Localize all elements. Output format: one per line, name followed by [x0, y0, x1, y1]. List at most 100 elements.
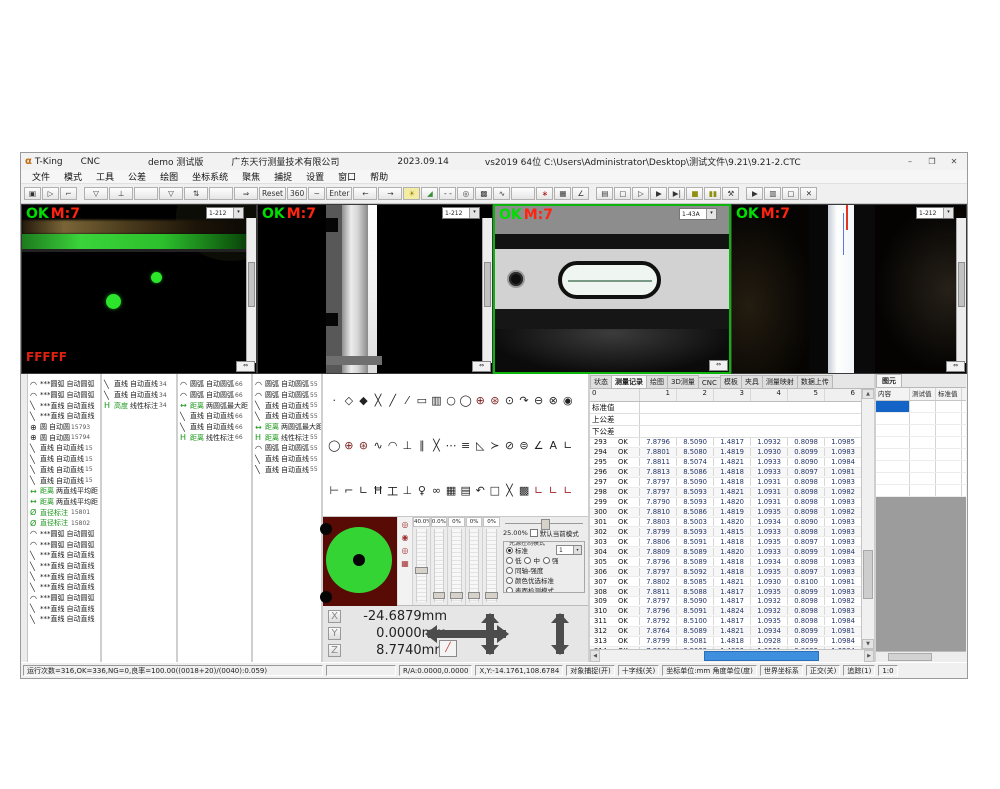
list-item[interactable]: ◠圆弧自动圆弧55: [253, 390, 321, 401]
detail-cell[interactable]: [876, 461, 910, 472]
menu-item-8[interactable]: 设置: [299, 170, 331, 183]
column-header-2[interactable]: 2: [677, 389, 714, 401]
jog-vertical-arrow[interactable]: [486, 614, 494, 654]
list-item[interactable]: ╲***直线自动直线: [28, 614, 100, 625]
tool-icon[interactable]: ∿: [371, 439, 386, 452]
toolbar-up-down-button[interactable]: ⇅: [184, 187, 208, 200]
menu-item-10[interactable]: 帮助: [363, 170, 395, 183]
menu-item-7[interactable]: 捕捉: [267, 170, 299, 183]
table-row[interactable]: 293OK7.87968.50901.48171.09320.80981.098…: [590, 438, 861, 448]
tool-icon[interactable]: ╳: [371, 394, 386, 407]
detail-row[interactable]: [876, 425, 966, 437]
radio-option[interactable]: 颜色优选标准: [506, 575, 554, 585]
tool-icon[interactable]: ∥: [415, 439, 430, 452]
light-strip-icon-0[interactable]: ◎: [402, 520, 409, 529]
tab-CNC[interactable]: CNC: [698, 377, 721, 388]
scroll-thumb[interactable]: [484, 262, 491, 308]
menu-item-9[interactable]: 窗口: [331, 170, 363, 183]
toolbar-chart-tool-button[interactable]: ∠: [572, 187, 589, 200]
tool-icon[interactable]: ∠: [531, 439, 546, 452]
camera-view-3-selected[interactable]: OKM:7 1-43A ▾ ⇔: [493, 204, 731, 374]
tool-icon[interactable]: ⊘: [502, 439, 517, 452]
scroll-thumb-blue[interactable]: [704, 651, 820, 661]
tool-icon[interactable]: ○: [444, 394, 459, 407]
toolbar-blank-b-button[interactable]: [209, 187, 233, 200]
toolbar-save-2-button[interactable]: ▤: [596, 187, 613, 200]
toolbar-wave-button[interactable]: ∿: [493, 187, 510, 200]
table-row[interactable]: 297OK7.87978.50901.48181.09310.80981.098…: [590, 478, 861, 488]
tool-icon[interactable]: ⊙: [502, 394, 517, 407]
toolbar-probe-button[interactable]: ⊥: [109, 187, 133, 200]
toolbar-magnifier-button[interactable]: ◎: [457, 187, 474, 200]
camera1-vscrollbar[interactable]: [246, 218, 256, 363]
toolbar-shield-button[interactable]: ▽: [84, 187, 108, 200]
list-item[interactable]: ╲直线自动直线55: [253, 454, 321, 465]
jog-z-arrow[interactable]: [556, 614, 564, 654]
tab-状态[interactable]: 状态: [590, 375, 612, 388]
table-row[interactable]: 303OK7.88068.50911.48181.09350.80971.098…: [590, 537, 861, 547]
tool-icon[interactable]: ╱: [385, 394, 400, 407]
camera1-zoom-dropdown[interactable]: 1-212 ▾: [206, 207, 244, 219]
list-item[interactable]: ◠***圆弧自动圆弧: [28, 539, 100, 550]
tool-icon[interactable]: A: [546, 439, 561, 452]
list-item[interactable]: ◠圆弧自动圆弧66: [178, 379, 251, 390]
scroll-thumb[interactable]: [888, 653, 932, 661]
list-item[interactable]: ◠***圆弧自动圆弧: [28, 593, 100, 604]
lamp-preview[interactable]: [323, 517, 397, 606]
scroll-thumb[interactable]: [958, 262, 965, 308]
radio-option[interactable]: 低: [506, 555, 522, 565]
column-header-3[interactable]: 3: [714, 389, 751, 401]
chevron-down-icon[interactable]: ▾: [233, 208, 243, 218]
list-item[interactable]: ↔距离两圆弧最大距: [253, 422, 321, 433]
column-header-1[interactable]: 1: [640, 389, 677, 401]
toolbar-run-tool-button[interactable]: ⚒: [722, 187, 739, 200]
list-item[interactable]: ╲直线自动直线15: [28, 443, 100, 454]
list-item[interactable]: ╲***直线自动直线: [28, 550, 100, 561]
camera-view-1[interactable]: OKM:7 FFFFF 1-212 ▾ ⇔: [21, 204, 257, 374]
tool-icon[interactable]: ⊛: [488, 394, 503, 407]
camera2-vscrollbar[interactable]: [482, 218, 492, 363]
tab-模板[interactable]: 模板: [720, 375, 742, 388]
menu-item-0[interactable]: 文件: [25, 170, 57, 183]
detail-row[interactable]: [876, 449, 966, 461]
list-item[interactable]: ↔距离两圆弧最大距: [178, 400, 251, 411]
list-item[interactable]: ╲直线自动直线66: [178, 422, 251, 433]
slider-thumb[interactable]: [541, 519, 550, 530]
tool-icon[interactable]: ⊗: [546, 394, 561, 407]
table-row[interactable]: 304OK7.88098.50891.48201.09330.80991.098…: [590, 547, 861, 557]
column-header-0[interactable]: 0: [590, 389, 640, 401]
detail-cell[interactable]: [876, 425, 910, 436]
table-row[interactable]: 300OK7.88108.50861.48191.09350.80981.098…: [590, 508, 861, 518]
table-row[interactable]: 302OK7.87998.50931.48151.09330.80981.098…: [590, 527, 861, 537]
toolbar-enter-button[interactable]: Enter: [326, 187, 352, 200]
tool-icon[interactable]: ∟: [531, 484, 546, 497]
tool-icon[interactable]: ∟: [546, 484, 561, 497]
chevron-down-icon[interactable]: ▾: [573, 546, 581, 554]
tool-icon[interactable]: ⁄: [400, 394, 415, 407]
tool-icon[interactable]: ▩: [517, 484, 532, 497]
list-item[interactable]: H距离线性标注66: [178, 432, 251, 443]
toolbar-probe-2-button[interactable]: ▽: [159, 187, 183, 200]
toolbar-play-button[interactable]: ▶: [650, 187, 667, 200]
list-item[interactable]: ↔距离两直线平均距: [28, 497, 100, 508]
toolbar-light-bulb-button[interactable]: ☀: [403, 187, 420, 200]
toolbar-play-to-end-button[interactable]: ▶|: [668, 187, 685, 200]
detail-row[interactable]: [876, 473, 966, 485]
detail-cell[interactable]: [876, 437, 910, 448]
tool-icon[interactable]: Ħ: [371, 484, 386, 497]
list-item[interactable]: ╲***直线自动直线: [28, 603, 100, 614]
detail-header-测试值[interactable]: 测试值: [910, 388, 936, 400]
light-strip-icon-3[interactable]: ▦: [401, 559, 409, 568]
tool-icon[interactable]: ∟: [356, 484, 371, 497]
list-item[interactable]: ⊕圆自动圆15793: [28, 422, 100, 433]
light-strip-icon-2[interactable]: ◎: [402, 546, 409, 555]
scroll-right-icon[interactable]: ▶: [864, 650, 874, 662]
list-item[interactable]: ╲直线自动直线55: [253, 465, 321, 476]
radio-option[interactable]: 中: [524, 555, 540, 565]
tool-icon[interactable]: ◇: [342, 394, 357, 407]
toolbar-pattern-button[interactable]: ▩: [475, 187, 492, 200]
light-slider-5[interactable]: 0%: [482, 517, 500, 605]
slider-thumb[interactable]: [433, 592, 446, 599]
toolbar-reset-button[interactable]: Reset: [259, 187, 286, 200]
camera4-zoom-dropdown[interactable]: 1-212 ▾: [916, 207, 954, 219]
